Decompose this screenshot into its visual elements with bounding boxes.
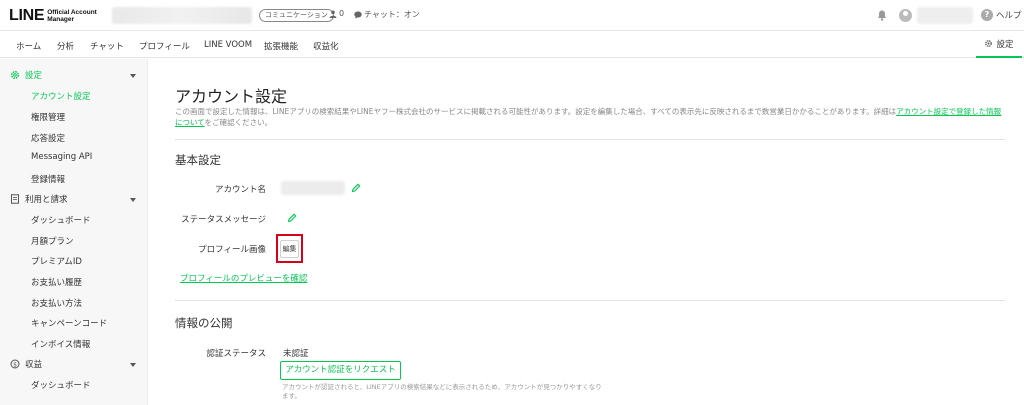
help-link[interactable]: ? ヘルプ (981, 9, 1022, 21)
verify-note: アカウントが認証されると、LINEアプリの検索結果などに表示されるため、アカウン… (282, 383, 602, 400)
sidebar-item-campaign-code[interactable]: キャンペーンコード (31, 317, 107, 329)
logo-wordmark: LINE (9, 7, 45, 24)
page-title: アカウント設定 (175, 87, 288, 106)
help-label: ヘルプ (996, 11, 1022, 21)
divider (175, 300, 1005, 301)
chat-status[interactable]: チャット：オン (354, 9, 420, 20)
sidebar-item-registration-info[interactable]: 登録情報 (31, 173, 65, 185)
sidebar-item-payment-history[interactable]: お支払い履歴 (31, 276, 82, 288)
nav-home[interactable]: ホーム (16, 40, 41, 52)
account-name-value-redacted (281, 181, 345, 195)
chat-bubble-icon (354, 11, 362, 19)
request-verification-button[interactable]: アカウント認証をリクエスト (280, 361, 401, 380)
gear-icon (11, 71, 19, 79)
follower-count: 0 (329, 9, 344, 18)
divider (175, 139, 1005, 140)
chevron-down-icon[interactable] (130, 74, 136, 78)
sidebar-section-label: 設定 (25, 71, 43, 81)
user-name-redacted[interactable] (917, 7, 973, 24)
logo-subtitle-line2: Manager (47, 16, 74, 23)
logo-subtitle: Official Account Manager (47, 9, 97, 23)
page-description-text: この画面で設定した情報は、LINEアプリの検索結果やLINEヤフー株式会社のサー… (175, 107, 897, 116)
account-name-redacted[interactable] (112, 7, 252, 24)
main-nav: ホーム 分析 チャット プロフィール LINE VOOM 拡張機能 収益化 (0, 31, 1024, 58)
nav-line-voom[interactable]: LINE VOOM (204, 40, 252, 50)
verify-status-label: 認証ステータス (206, 349, 266, 359)
nav-analytics[interactable]: 分析 (57, 40, 74, 52)
profile-image-label: プロフィール画像 (198, 245, 266, 255)
pencil-icon[interactable] (351, 183, 361, 193)
sidebar-section-label: 利用と請求 (25, 195, 68, 205)
verify-status-value: 未認証 (283, 349, 309, 359)
sidebar-item-revenue-dashboard[interactable]: ダッシュボード (31, 379, 91, 391)
basic-settings-heading: 基本設定 (175, 153, 221, 167)
sidebar-item-payment-method[interactable]: お支払い方法 (31, 297, 82, 309)
sidebar-item-premium-id[interactable]: プレミアムID (31, 255, 82, 267)
sidebar-section-billing[interactable]: 利用と請求 (10, 193, 68, 205)
chevron-down-icon[interactable] (130, 363, 136, 367)
sidebar-item-permissions[interactable]: 権限管理 (31, 111, 65, 123)
sidebar-section-revenue[interactable]: $ 収益 (10, 358, 42, 370)
sidebar-item-monthly-plan[interactable]: 月額プラン (31, 235, 74, 247)
bell-icon[interactable] (877, 10, 887, 21)
profile-preview-link[interactable]: プロフィールのプレビューを確認 (180, 272, 307, 284)
nav-settings-label: 設定 (996, 39, 1014, 50)
nav-profile[interactable]: プロフィール (139, 40, 190, 52)
pencil-icon[interactable] (287, 213, 297, 223)
status-message-label: ステータスメッセージ (181, 215, 266, 225)
nav-chat[interactable]: チャット (90, 40, 124, 52)
highlight-box: 編集 (276, 234, 303, 263)
line-oa-logo[interactable]: LINE Official Account Manager (9, 7, 97, 25)
top-bar: LINE Official Account Manager コミュニケーション … (0, 0, 1024, 31)
chevron-down-icon[interactable] (130, 198, 136, 202)
gear-icon (985, 40, 993, 47)
follower-count-value: 0 (339, 9, 345, 18)
coin-icon: $ (10, 359, 20, 369)
nav-monetization[interactable]: 収益化 (313, 40, 339, 52)
avatar[interactable] (899, 9, 912, 22)
nav-extensions[interactable]: 拡張機能 (264, 40, 298, 52)
sidebar-section-label: 収益 (25, 360, 43, 370)
main-content: アカウント設定 この画面で設定した情報は、LINEアプリの検索結果やLINEヤフ… (148, 59, 1024, 405)
profile-image-edit-button[interactable]: 編集 (280, 239, 299, 258)
sidebar-item-billing-dashboard[interactable]: ダッシュボード (31, 214, 91, 226)
page-description: この画面で設定した情報は、LINEアプリの検索結果やLINEヤフー株式会社のサー… (175, 106, 1005, 128)
person-icon (329, 10, 337, 18)
sidebar-item-response-settings[interactable]: 応答設定 (31, 132, 65, 144)
sidebar: 設定 アカウント設定 権限管理 応答設定 Messaging API 登録情報 … (0, 59, 148, 405)
logo-subtitle-line1: Official Account (47, 9, 97, 16)
plan-badge: コミュニケーション (259, 9, 334, 22)
disclosure-heading: 情報の公開 (175, 316, 233, 330)
chat-status-label: チャット：オン (364, 10, 420, 19)
question-icon: ? (981, 9, 993, 21)
svg-text:$: $ (13, 361, 17, 368)
sidebar-section-settings[interactable]: 設定 (10, 69, 42, 81)
page-description-tail: をご確認ください。 (204, 118, 273, 127)
sidebar-item-messaging-api[interactable]: Messaging API (31, 152, 92, 162)
sidebar-item-invoice-info[interactable]: インボイス情報 (31, 338, 90, 350)
receipt-icon (11, 194, 19, 204)
sidebar-item-account-settings[interactable]: アカウント設定 (31, 90, 91, 102)
nav-settings[interactable]: 設定 (976, 31, 1022, 58)
account-name-label: アカウント名 (214, 185, 266, 195)
